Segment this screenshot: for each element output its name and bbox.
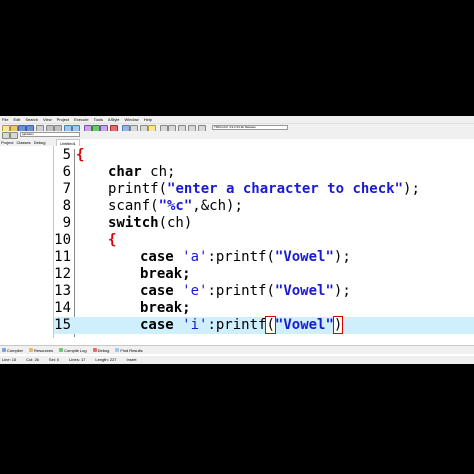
menu-bar: File Edit Search View Project Execute To… — [0, 116, 474, 123]
line-text: char ch; — [108, 164, 176, 180]
line-number: 9 — [62, 215, 71, 231]
compile-log-icon — [59, 348, 64, 352]
line-number: 12 — [54, 266, 71, 282]
code-line: 12 break; — [54, 266, 474, 283]
line-text: { — [108, 232, 117, 248]
line-number: 10 — [54, 232, 71, 248]
tab-classes[interactable]: Classes — [16, 139, 30, 146]
line-text: case 'a':printf("Vowel"); — [140, 249, 351, 265]
status-sel: Sel: 0 — [48, 357, 60, 362]
toggle-bookmark-icon[interactable] — [10, 132, 18, 139]
line-text: break; — [140, 300, 191, 316]
toolbar: TDM-GCC 4.9.2 64-bit Release — [0, 123, 474, 132]
ide-window: File Edit Search View Project Execute To… — [0, 116, 474, 364]
resources-icon — [29, 348, 34, 352]
line-number: 8 — [62, 198, 71, 214]
scope-select[interactable]: (globals) — [20, 132, 80, 137]
code-line: 7 printf("enter a character to check"); — [54, 181, 474, 198]
code-line: 13 case 'e':printf("Vowel"); — [54, 283, 474, 300]
line-text: printf("enter a character to check"); — [108, 181, 420, 197]
tab-compile-log[interactable]: Compile Log — [59, 346, 87, 354]
editor-tab-untitled1[interactable]: Untitled1 — [56, 139, 80, 146]
bottom-panel-tabs: Compiler Resources Compile Log Debug Fin… — [0, 345, 474, 354]
code-line: 8 scanf("%c",&ch); — [54, 198, 474, 215]
code-editor[interactable]: 5 { 6 char ch; 7 printf("enter a charact… — [54, 147, 474, 337]
status-col: Col: 26 — [26, 357, 39, 362]
code-line: 10 { — [54, 232, 474, 249]
line-number: 15 — [54, 317, 71, 333]
panel-tabs: Project Classes Debug — [0, 139, 60, 146]
line-text: case 'i':printf("Vowel") — [140, 316, 344, 334]
menu-help[interactable]: Help — [144, 116, 152, 123]
status-line: Line: 15 — [2, 357, 17, 362]
tab-project[interactable]: Project — [1, 139, 13, 146]
debug-check-icon — [92, 348, 97, 352]
status-length: Length: 227 — [95, 357, 117, 362]
tab-debug[interactable]: Debug — [34, 139, 46, 146]
menu-edit[interactable]: Edit — [13, 116, 20, 123]
line-text: case 'e':printf("Vowel"); — [140, 283, 351, 299]
class-browser-bar: (globals) — [0, 131, 474, 139]
menu-tools[interactable]: Tools — [94, 116, 103, 123]
menu-window[interactable]: Window — [124, 116, 138, 123]
code-line: 5 { — [54, 147, 474, 164]
menu-search[interactable]: Search — [25, 116, 38, 123]
line-text: switch(ch) — [108, 215, 193, 231]
menu-file[interactable]: File — [2, 116, 8, 123]
menu-astyle[interactable]: AStyle — [108, 116, 120, 123]
code-line: 14 break; — [54, 300, 474, 317]
line-number: 5 — [62, 147, 71, 163]
menu-execute[interactable]: Execute — [74, 116, 88, 123]
code-line: 6 char ch; — [54, 164, 474, 181]
tab-debug-output[interactable]: Debug — [92, 346, 109, 354]
status-mode: Insert — [126, 357, 137, 362]
current-code-line: 15 case 'i':printf("Vowel") — [54, 316, 474, 334]
project-panel[interactable] — [0, 146, 54, 338]
menu-view[interactable]: View — [43, 116, 52, 123]
line-text: scanf("%c",&ch); — [108, 198, 243, 214]
line-number: 6 — [62, 164, 71, 180]
insert-icon[interactable] — [2, 132, 10, 139]
status-bar: Line: 15 Col: 26 Sel: 0 Lines: 17 Length… — [0, 356, 474, 364]
tab-compiler[interactable]: Compiler — [2, 346, 23, 354]
compiler-icon — [2, 348, 6, 352]
line-text: break; — [140, 266, 191, 282]
status-lines: Lines: 17 — [69, 357, 86, 362]
tab-find-results[interactable]: Find Results — [115, 346, 143, 354]
code-line: 11 case 'a':printf("Vowel"); — [54, 249, 474, 266]
find-results-icon — [115, 348, 120, 352]
line-number: 11 — [54, 249, 71, 265]
line-number: 7 — [62, 181, 71, 197]
compiler-select[interactable]: TDM-GCC 4.9.2 64-bit Release — [212, 125, 288, 130]
line-number: 13 — [54, 283, 71, 299]
line-number: 14 — [54, 300, 71, 316]
menu-project[interactable]: Project — [57, 116, 69, 123]
line-text: { — [76, 147, 85, 163]
tab-resources[interactable]: Resources — [29, 346, 53, 354]
code-line: 9 switch(ch) — [54, 215, 474, 232]
